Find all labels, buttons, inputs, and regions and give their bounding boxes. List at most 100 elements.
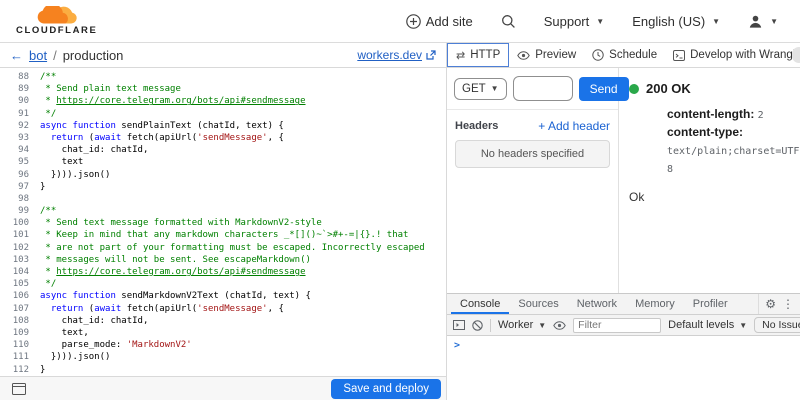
code-line[interactable]: 111 }))).json(): [0, 351, 446, 363]
code-line[interactable]: 109 text,: [0, 327, 446, 339]
code-text: chat_id: chatId,: [40, 145, 149, 156]
header-value: text/plain;charset=UTF-8: [667, 146, 800, 175]
tabs-scroll-hint[interactable]: [792, 47, 800, 63]
tab-schedule[interactable]: Schedule: [584, 43, 665, 67]
code-text: return (await fetch(apiUrl('sendMessage'…: [50, 303, 284, 314]
support-menu[interactable]: Support ▼: [544, 14, 604, 29]
breadcrumb-back-link[interactable]: bot: [29, 48, 47, 63]
code-line[interactable]: 107 return (await fetch(apiUrl('sendMess…: [0, 303, 446, 315]
code-line[interactable]: 108 chat_id: chatId,: [0, 315, 446, 327]
code-line[interactable]: 95 text: [0, 156, 446, 168]
sub-bar: ← bot / production workers.dev ⇄ HTTP Pr…: [0, 43, 800, 68]
code-line[interactable]: 92 async function sendPlainText (chatId, …: [0, 120, 446, 132]
clear-console-icon[interactable]: [472, 319, 483, 331]
code-text: * https://core.telegram.org/bots/api#sen…: [40, 267, 306, 277]
eye-filter-icon[interactable]: [553, 320, 566, 330]
user-menu[interactable]: ▼: [748, 14, 778, 29]
request-row: GET ▼ Send: [447, 68, 629, 110]
context-selector[interactable]: Worker ▼: [498, 319, 546, 331]
top-bar: CLOUDFLARE Add site Support ▼ English (U…: [0, 0, 800, 43]
code-line[interactable]: 97}: [0, 181, 446, 193]
line-number: 92: [18, 120, 29, 131]
chevron-down-icon: ▼: [770, 16, 778, 26]
add-site-button[interactable]: Add site: [405, 13, 473, 29]
tab-preview[interactable]: Preview: [509, 43, 584, 67]
tab-wrangler-cli[interactable]: Develop with Wrangler CLI: [665, 43, 800, 67]
code-line[interactable]: 99 /**: [0, 205, 446, 217]
console-filter-input[interactable]: [573, 317, 662, 333]
code-line[interactable]: 106 async function sendMarkdownV2Text (ch…: [0, 290, 446, 302]
code-line[interactable]: 100 * Send text message formatted with M…: [0, 217, 446, 229]
code-line[interactable]: 102 * are not part of your formatting mu…: [0, 242, 446, 254]
person-icon: [748, 14, 763, 29]
search-button[interactable]: [501, 14, 516, 29]
devtools-tab-network[interactable]: Network: [568, 294, 626, 314]
language-menu[interactable]: English (US) ▼: [632, 14, 720, 29]
devtools-tab-console[interactable]: Console: [451, 294, 509, 314]
language-label: English (US): [632, 13, 706, 29]
devtools-tab-profiler[interactable]: Profiler: [684, 294, 737, 314]
tab-http[interactable]: ⇄ HTTP: [447, 43, 510, 67]
code-line[interactable]: 94 chat_id: chatId,: [0, 144, 446, 156]
response-body: Ok: [629, 190, 645, 204]
kebab-menu-icon[interactable]: ⋮: [782, 297, 794, 311]
chevron-down-icon: ▼: [596, 16, 605, 26]
code-line[interactable]: 98: [0, 193, 446, 205]
workers-dev-link[interactable]: workers.dev: [357, 48, 436, 62]
devtools-panel: Console Sources Network Memory Profiler …: [447, 293, 800, 400]
gear-icon[interactable]: ⚙: [765, 297, 776, 311]
terminal-icon: [673, 49, 686, 61]
cloudflare-logo[interactable]: CLOUDFLARE: [16, 6, 97, 36]
code-text: }))).json(): [40, 169, 111, 180]
code-line[interactable]: 104 * https://core.telegram.org/bots/api…: [0, 266, 446, 278]
code-line[interactable]: 96 }))).json(): [0, 169, 446, 181]
code-line[interactable]: 103 * messages will not be sent. See esc…: [0, 254, 446, 266]
line-number: 100: [12, 218, 29, 229]
console-sidebar-toggle-icon[interactable]: [453, 320, 465, 330]
search-icon: [501, 14, 516, 29]
line-number: 101: [12, 230, 29, 241]
code-line[interactable]: 88 /**: [0, 71, 446, 83]
external-link-icon: [426, 50, 436, 60]
code-line[interactable]: 101 * Keep in mind that any markdown cha…: [0, 229, 446, 241]
line-number: 112: [12, 364, 29, 375]
code-text: text,: [40, 327, 89, 338]
back-arrow-icon[interactable]: ←: [10, 48, 23, 63]
tab-label: Develop with Wrangler CLI: [690, 49, 800, 61]
add-header-link[interactable]: + Add header: [538, 119, 610, 133]
clock-icon: [592, 49, 604, 61]
devtools-tab-memory[interactable]: Memory: [626, 294, 684, 314]
line-number: 99: [18, 206, 29, 217]
support-label: Support: [543, 13, 590, 29]
chevron-down-icon: ▼: [712, 16, 721, 26]
code-text: /**: [40, 206, 57, 217]
code-line[interactable]: 105 */: [0, 278, 446, 290]
save-and-deploy-button[interactable]: Save and deploy: [331, 378, 441, 399]
console-output[interactable]: >: [447, 336, 800, 400]
code-text: * https://core.telegram.org/bots/api#sen…: [40, 96, 306, 107]
line-number: 90: [18, 96, 29, 107]
tab-label: Schedule: [609, 49, 658, 61]
url-input[interactable]: [512, 76, 573, 101]
no-issues-button[interactable]: No Issues: [754, 317, 800, 333]
console-prompt: >: [454, 340, 461, 351]
devtools-tab-sources[interactable]: Sources: [509, 294, 567, 314]
code-line[interactable]: 91 */: [0, 108, 446, 120]
code-line[interactable]: 110 parse_mode: 'MarkdownV2': [0, 339, 446, 351]
line-number: 108: [12, 315, 29, 326]
code-line[interactable]: 112}: [0, 364, 446, 376]
chevron-down-icon: ▼: [739, 320, 748, 330]
panel-toggle-icon[interactable]: [12, 382, 26, 395]
method-dropdown[interactable]: GET ▼: [454, 77, 507, 100]
log-levels-dropdown[interactable]: Default levels ▼: [668, 319, 747, 331]
line-number: 106: [12, 291, 29, 302]
line-number: 91: [18, 108, 29, 119]
code-line[interactable]: 90 * https://core.telegram.org/bots/api#…: [0, 95, 446, 107]
code-editor[interactable]: 88/** 89 * Send plain text message 90 * ht…: [0, 68, 446, 376]
line-number: 97: [18, 181, 29, 192]
add-site-label: Add site: [425, 13, 473, 29]
code-line[interactable]: 89 * Send plain text message: [0, 83, 446, 95]
code-line[interactable]: 93 return (await fetch(apiUrl('sendMessa…: [0, 132, 446, 144]
breadcrumb-separator: /: [53, 47, 57, 63]
top-bar-actions: Add site Support ▼ English (US) ▼ ▼: [405, 13, 778, 29]
